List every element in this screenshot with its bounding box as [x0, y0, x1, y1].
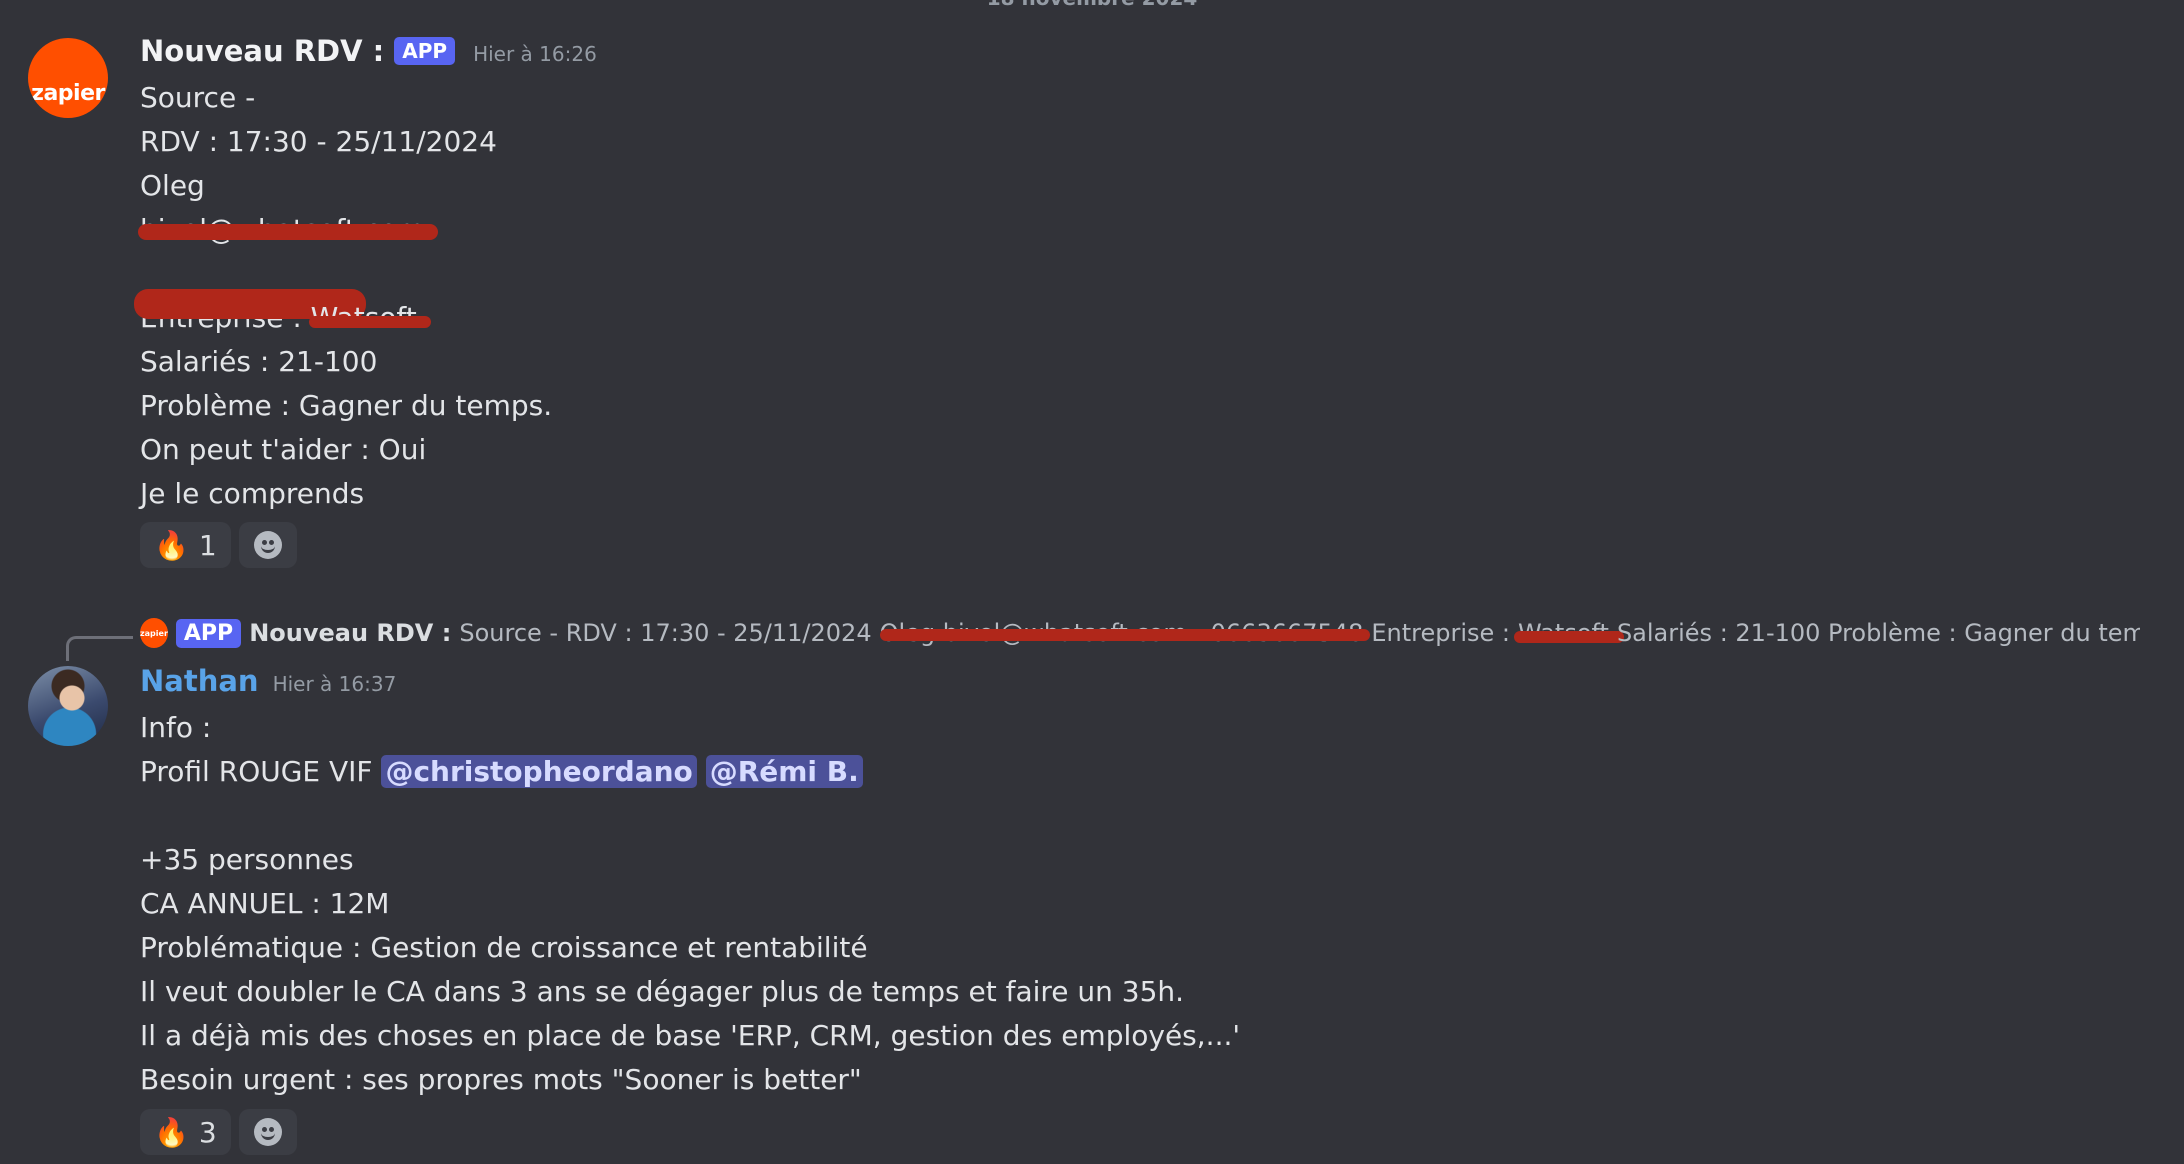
redaction-mark	[308, 316, 431, 328]
redaction-mark	[1514, 631, 1624, 643]
message-line: Il a déjà mis des choses en place de bas…	[140, 1019, 1241, 1052]
reply-author: Nouveau RDV :	[249, 619, 452, 647]
add-reaction-button[interactable]	[238, 522, 297, 568]
fire-emoji: 🔥	[154, 528, 189, 562]
chat-view: 18 novembre 2024 zapier Nouveau RDV : AP…	[0, 0, 2184, 1164]
message-line: Besoin urgent : ses propres mots "Sooner…	[140, 1063, 862, 1096]
message-header: Nathan Hier à 16:37	[140, 664, 396, 698]
fire-emoji: 🔥	[154, 1115, 189, 1149]
message-header: Nouveau RDV : APP Hier à 16:26	[140, 34, 597, 68]
zapier-logo-text: zapier	[31, 81, 105, 106]
reply-text: Entreprise :	[1371, 619, 1510, 647]
message-line: Info :	[140, 711, 212, 744]
message-line: Source -	[140, 81, 256, 114]
message-line-redacted: bivol@whatsoft.com	[138, 208, 552, 252]
message-line: CA ANNUEL : 12M	[140, 887, 390, 920]
message-line-redacted	[134, 252, 552, 319]
zapier-avatar[interactable]: zapier	[28, 38, 108, 118]
nathan-avatar[interactable]	[28, 666, 108, 746]
mention-remi[interactable]: @Rémi B.	[705, 755, 863, 788]
reply-redacted: Oleg bivol@whatsoft.com - 0663667548	[879, 619, 1370, 647]
timestamp[interactable]: Hier à 16:37	[273, 672, 397, 696]
redacted-company: Watsoft	[308, 296, 431, 340]
message-line: +35 personnes	[140, 843, 354, 876]
redaction-mark	[879, 629, 1370, 641]
message-body: Info : Profil ROUGE VIF @christopheordan…	[140, 706, 1240, 1102]
author-name[interactable]: Nathan	[140, 664, 259, 698]
add-reaction-icon	[253, 531, 282, 559]
reaction-count: 3	[198, 1115, 217, 1149]
add-reaction-button[interactable]	[238, 1109, 297, 1155]
message-line	[140, 794, 1240, 838]
app-badge: APP	[394, 37, 456, 65]
message-body: Source - RDV : 17:30 - 25/11/2024 Oleg b…	[134, 76, 553, 516]
reaction-fire[interactable]: 🔥 3	[140, 1109, 231, 1155]
reply-preview[interactable]: zapier APP Nouveau RDV : Source - RDV : …	[140, 618, 2140, 648]
reply-text: Source - RDV : 17:30 - 25/11/2024	[459, 619, 872, 647]
message-line: Profil ROUGE VIF @christopheordano @Rémi…	[140, 750, 1240, 794]
reply-connector	[66, 636, 133, 661]
date-divider: 18 novembre 2024	[0, 0, 2184, 10]
message-line: Oleg	[140, 169, 205, 202]
zapier-mini-avatar: zapier	[140, 618, 168, 648]
reply-redacted: Watsoft	[1514, 619, 1624, 647]
add-reaction-icon	[253, 1118, 282, 1146]
reply-text: Salariés : 21-100 Problème : Gagner du t…	[1616, 619, 2140, 647]
message-line: Il veut doubler le CA dans 3 ans se déga…	[140, 975, 1185, 1008]
timestamp[interactable]: Hier à 16:26	[473, 42, 597, 66]
redacted-email: bivol@whatsoft.com	[138, 208, 438, 252]
message-line: On peut t'aider : Oui	[140, 433, 427, 466]
reactions-bar: 🔥 1	[140, 522, 297, 568]
app-badge: APP	[175, 618, 242, 648]
message-line: Salariés : 21-100	[140, 345, 378, 378]
reactions-bar: 🔥 3	[140, 1109, 297, 1155]
author-name[interactable]: Nouveau RDV :	[140, 34, 384, 68]
reaction-count: 1	[198, 528, 217, 562]
mention-christopheordano[interactable]: @christopheordano	[381, 755, 697, 788]
message-line: Je le comprends	[140, 477, 365, 510]
message-line: Problème : Gagner du temps.	[140, 389, 553, 422]
redaction-mark	[138, 224, 438, 240]
message-line: Problématique : Gestion de croissance et…	[140, 931, 868, 964]
reaction-fire[interactable]: 🔥 1	[140, 522, 231, 568]
message-line: RDV : 17:30 - 25/11/2024	[140, 125, 497, 158]
